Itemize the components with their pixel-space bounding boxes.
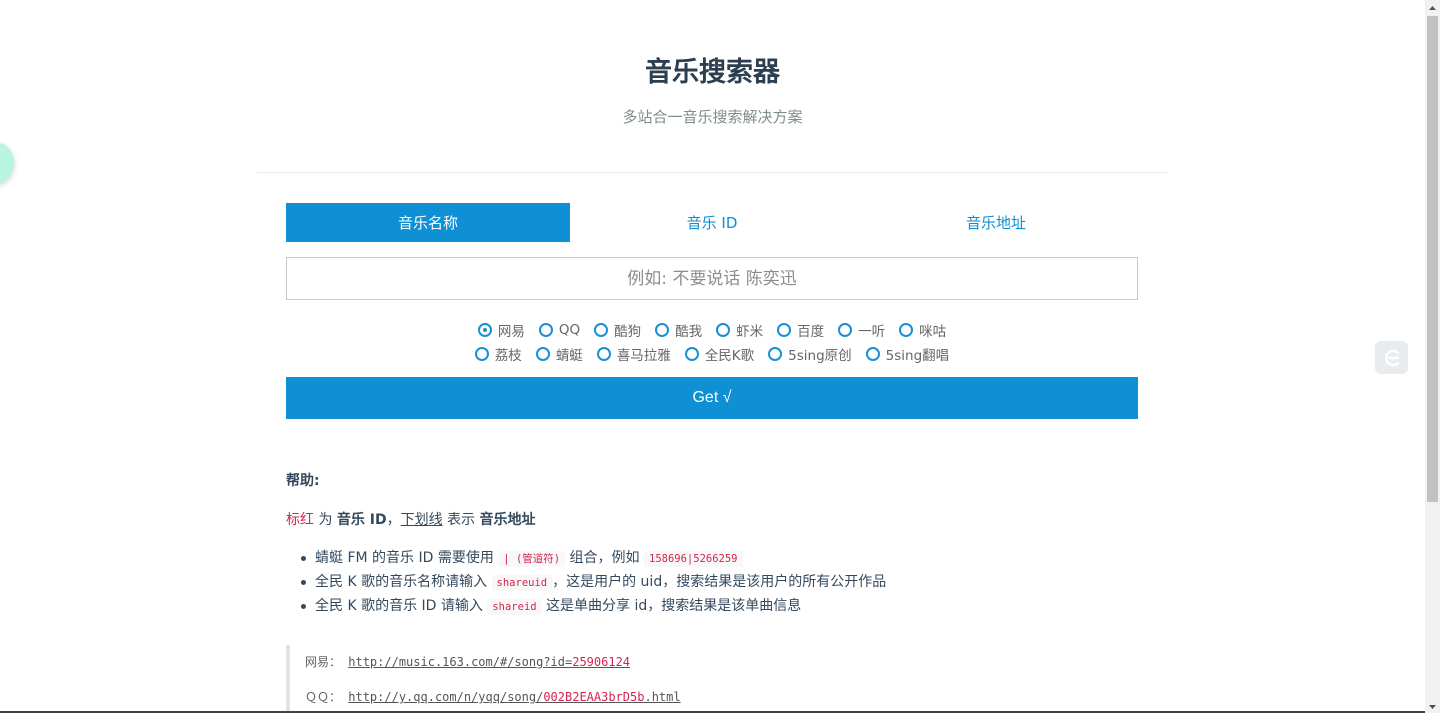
search-input[interactable] [286,257,1138,300]
source-radio-5sing-cover[interactable]: 5sing翻唱 [865,344,950,364]
radio-circle-icon [538,323,553,337]
source-radio-group-row2: 荔枝 蜻蜓 喜马拉雅 全民K歌 5sing原创 5sing翻唱 [286,344,1138,364]
get-button[interactable]: Get √ [286,377,1138,419]
legend-text: ， [386,512,401,528]
note-text: 蜻蜓 FM 的音乐 ID 需要使用 [315,550,499,566]
note-text: 组合，例如 [565,550,644,566]
radio-circle-icon [768,347,783,361]
radio-label: 一听 [858,324,886,340]
source-radio-netease[interactable]: 网易 [477,320,525,340]
url-prefix: http://music.163.com/#/song?id= [348,655,573,669]
search-mode-tabs: 音乐名称 音乐 ID 音乐地址 [286,203,1138,242]
page-title: 音乐搜索器 [645,57,780,88]
scrollbar-thumb[interactable] [1427,16,1438,502]
source-radio-xiami[interactable]: 虾米 [716,320,763,340]
radio-label: 酷狗 [614,324,642,340]
source-radio-qingting[interactable]: 蜻蜓 [535,344,583,364]
source-radio-kuwo[interactable]: 酷我 [655,320,702,340]
radio-label: 荔枝 [494,348,522,364]
source-radio-baidu[interactable]: 百度 [777,320,824,340]
radio-circle-icon [777,323,792,337]
example-row-qq: ＱＱ： http://y.qq.com/n/yqq/song/002B2EAA3… [305,688,681,705]
radio-circle-icon [655,323,670,337]
scroll-down-arrow-icon[interactable] [1425,699,1440,713]
scroll-up-arrow-icon[interactable] [1425,0,1440,14]
radio-label: 咪咕 [919,324,947,340]
url-id: 002B2EAA3brD5b [543,690,645,704]
radio-circle-icon [596,347,611,361]
translate-glyph-icon [1384,349,1399,366]
radio-circle-icon [899,323,914,337]
radio-label: 5sing翻唱 [885,348,950,364]
radio-circle-icon [838,323,853,337]
note-code: 158696|5266259 [644,551,743,567]
url-suffix: .html [644,690,681,704]
radio-label: 虾米 [736,324,764,340]
tab-music-name[interactable]: 音乐名称 [286,203,570,242]
example-label: ＱＱ： [305,690,342,704]
legend-text: 表示 [442,512,480,528]
radio-label: 酷我 [675,324,703,340]
note-code: | (管道符) [498,551,566,567]
radio-circle-icon [535,347,550,361]
help-heading: 帮助: [286,473,320,489]
list-item: 全民 K 歌的音乐名称请输入 shareuid ，这是用户的 uid，搜索结果是该… [298,572,886,596]
floating-assistant-bubble-icon[interactable] [0,143,14,183]
note-text: 这是单曲分享 id，搜索结果是该单曲信息 [541,598,802,614]
url-prefix: http://y.qq.com/n/yqq/song/ [348,690,544,704]
vertical-scrollbar[interactable] [1425,0,1440,713]
radio-circle-icon [865,347,880,361]
help-legend: 标红 为 音乐 ID，下划线 表示 音乐地址 [286,509,536,529]
note-text: ，这是用户的 uid，搜索结果是该用户的所有公开作品 [552,574,887,590]
radio-label: 喜马拉雅 [616,348,671,364]
radio-circle-icon [594,323,609,337]
legend-id-word: 音乐 ID [336,512,387,528]
source-radio-5sing-original[interactable]: 5sing原创 [768,344,852,364]
page-subtitle: 多站合一音乐搜索解决方案 [622,108,803,126]
header-divider [257,172,1167,173]
example-link-netease[interactable]: http://music.163.com/#/song?id=25906124 [348,655,630,669]
source-radio-qq[interactable]: QQ [538,320,581,340]
note-text: 全民 K 歌的音乐 ID 请输入 [315,598,488,614]
help-notes-list: 蜻蜓 FM 的音乐 ID 需要使用 | (管道符) 组合，例如 158696|5… [298,548,886,620]
tab-music-id[interactable]: 音乐 ID [570,203,854,242]
source-radio-kg[interactable]: 全民K歌 [684,344,755,364]
legend-text: 为 [314,512,337,528]
source-radio-kugou[interactable]: 酷狗 [594,320,641,340]
note-code: shareuid [491,575,553,591]
radio-label: 蜻蜓 [555,348,583,364]
source-radio-yiting[interactable]: 一听 [838,320,885,340]
radio-label: 5sing原创 [788,348,852,364]
radio-circle-icon [474,347,489,361]
legend-url-word: 音乐地址 [479,512,536,528]
source-radio-group-row1: 网易 QQ 酷狗 酷我 虾米 百度 一听 咪咕 [286,320,1138,340]
radio-circle-icon [684,347,699,361]
radio-label: QQ [558,322,581,338]
page: 音乐搜索器 多站合一音乐搜索解决方案 音乐名称 音乐 ID 音乐地址 网易 QQ… [0,0,1425,713]
source-radio-ximalaya[interactable]: 喜马拉雅 [596,344,671,364]
source-radio-migu[interactable]: 咪咕 [899,320,946,340]
radio-label: 网易 [497,324,525,340]
example-link-qq[interactable]: http://y.qq.com/n/yqq/song/002B2EAA3brD5… [348,690,680,704]
radio-label: 百度 [797,324,825,340]
translate-logo-icon[interactable] [1375,341,1408,374]
radio-circle-icon [477,323,492,337]
source-radio-lizhi[interactable]: 荔枝 [474,344,522,364]
legend-red-word: 标红 [286,512,314,528]
example-row-netease: 网易： http://music.163.com/#/song?id=25906… [305,653,630,670]
radio-label: 全民K歌 [704,348,755,364]
note-code: shareid [487,599,542,615]
list-item: 全民 K 歌的音乐 ID 请输入 shareid 这是单曲分享 id，搜索结果是… [298,596,886,620]
list-item: 蜻蜓 FM 的音乐 ID 需要使用 | (管道符) 组合，例如 158696|5… [298,548,886,572]
tab-music-url[interactable]: 音乐地址 [854,203,1138,242]
legend-underline-word: 下划线 [400,512,443,528]
example-label: 网易： [305,655,342,669]
note-text: 全民 K 歌的音乐名称请输入 [315,574,492,590]
radio-circle-icon [716,323,731,337]
example-urls-blockquote: 网易： http://music.163.com/#/song?id=25906… [286,645,1138,713]
url-id: 25906124 [572,655,631,669]
